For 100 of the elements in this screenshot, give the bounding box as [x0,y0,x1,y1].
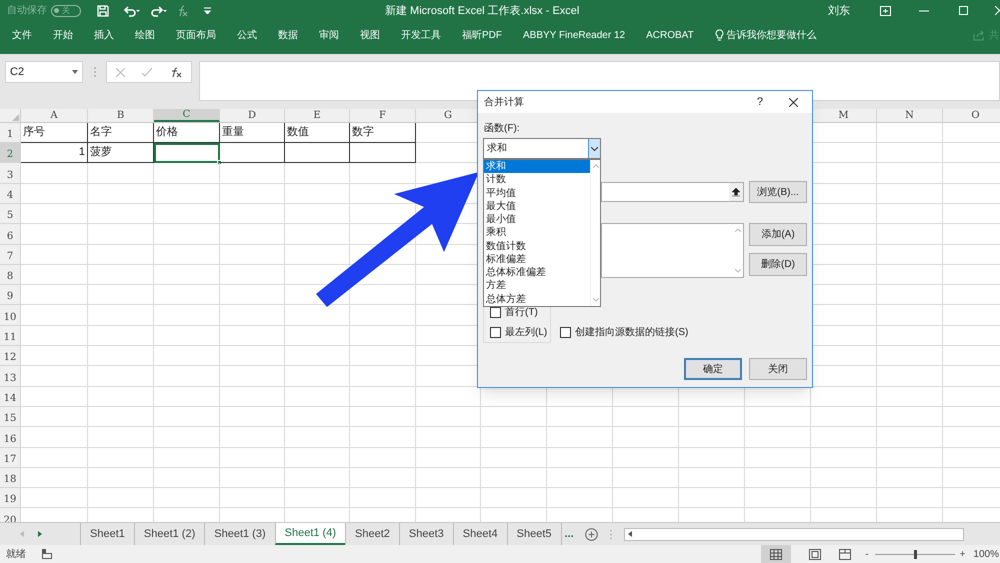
table-cell [285,427,350,448]
redo-icon[interactable] [150,4,168,17]
ok-button[interactable]: 确定 [684,358,742,380]
ribbon-tab[interactable]: 数据 [278,28,298,43]
table-cell [154,346,220,366]
dropdown-option[interactable]: 计数 [484,173,590,187]
zoom-level[interactable]: 100% [973,546,999,562]
ribbon-tab[interactable]: 绘图 [135,28,155,43]
row-header[interactable]: 18 [0,468,21,488]
delete-button[interactable]: 删除(D) [749,253,807,276]
row-header[interactable]: 4 [0,184,21,204]
maximize-icon[interactable] [959,6,968,16]
table-cell [21,224,88,245]
page-break-icon[interactable] [839,548,852,560]
browse-button[interactable]: 浏览(B)... [749,181,807,203]
ribbon-tab[interactable]: 文件 [12,28,32,43]
row-header[interactable]: 12 [0,346,21,366]
normal-view-icon[interactable] [770,548,782,560]
row-header[interactable]: 3 [0,163,21,184]
row-header[interactable]: 17 [0,448,21,468]
fill-handle[interactable] [217,160,222,166]
column-header[interactable]: D [220,108,285,122]
zoom-in[interactable]: + [960,546,966,562]
minimize-icon[interactable] [919,10,929,12]
row-header[interactable]: 10 [0,305,21,326]
row-header[interactable]: 19 [0,488,21,508]
table-cell [88,386,154,407]
column-header[interactable]: A [21,108,88,122]
column-header[interactable]: E [285,108,350,122]
table-cell [285,448,350,468]
customize-icon[interactable] [204,7,211,14]
ribbon-tab[interactable]: 页面布局 [176,28,216,43]
close-button[interactable]: 关闭 [749,358,807,380]
row-header[interactable]: 20 [0,508,21,522]
column-header[interactable]: F [350,108,416,122]
row-header[interactable]: 8 [0,264,21,286]
selected-cell[interactable] [154,143,220,164]
add-button[interactable]: 添加(A) [749,223,807,246]
ribbon-tab[interactable]: 公式 [237,28,257,43]
ribbon-tab[interactable]: 开发工具 [401,28,441,43]
ribbon-tab[interactable]: ABBYY FineReader 12 [523,28,626,43]
checkbox[interactable] [560,327,571,338]
close-icon[interactable] [789,98,798,106]
dropdown-option[interactable]: 标准偏差 [484,252,590,266]
save-icon[interactable] [97,4,109,17]
table-cell [679,448,745,468]
ribbon-tab[interactable]: 福昕PDF [462,28,502,43]
table-cell [21,184,88,204]
row-header[interactable]: 9 [0,285,21,306]
undo-icon[interactable] [123,4,141,17]
row-header[interactable]: 1 [0,122,21,144]
ribbon-tab[interactable]: 开始 [53,28,73,43]
scroll-left-icon[interactable] [628,531,632,538]
dropdown-option[interactable]: 方差 [484,279,590,293]
dropdown-option[interactable]: 平均值 [484,186,590,200]
ribbon-tab[interactable]: 审阅 [319,28,339,43]
checkbox[interactable] [490,307,501,318]
function-dropdown[interactable]: 求和 [483,138,601,159]
column-header[interactable]: O [943,108,1000,122]
insert-function-icon[interactable] [170,66,182,78]
row-header[interactable]: 5 [0,204,21,224]
name-box[interactable]: C2 [5,61,83,84]
table-cell [88,244,154,265]
row-header[interactable]: 13 [0,366,21,387]
row-header[interactable]: 16 [0,427,21,448]
dropdown-option[interactable]: 最小值 [484,213,590,226]
table-cell [21,204,88,224]
help-button[interactable]: ? [756,94,763,110]
reference-field[interactable] [601,182,744,202]
dropdown-option[interactable]: 乘积 [484,226,590,240]
ribbon-tab[interactable]: 视图 [360,28,380,43]
column-header[interactable]: N [877,108,943,122]
page-layout-icon[interactable] [809,548,822,560]
table-cell [88,163,154,184]
tell-me-search[interactable]: 告诉我你想要做什么 [726,28,817,43]
function-icon[interactable] [176,4,188,17]
add-sheet-icon[interactable] [584,528,598,541]
scroll-right-icon[interactable] [38,531,42,538]
row-header[interactable]: 15 [0,406,21,428]
row-header[interactable]: 7 [0,244,21,265]
dropdown-option[interactable]: 求和 [484,160,590,174]
zoom-out[interactable]: - [865,546,869,562]
row-header[interactable]: 6 [0,224,21,245]
dropdown-option[interactable]: 总体方差 [484,292,590,306]
row-header[interactable]: 2 [0,143,21,164]
column-header[interactable]: C [154,108,220,122]
slider-thumb[interactable] [914,550,917,559]
macro-record-icon[interactable] [42,549,52,560]
dropdown-option[interactable]: 最大值 [484,200,590,214]
horizontal-scrollbar[interactable] [624,528,964,541]
ribbon-tab[interactable]: ACROBAT [646,28,694,43]
checkbox[interactable] [490,327,501,338]
row-header[interactable]: 14 [0,386,21,407]
dropdown-option[interactable]: 总体标准偏差 [484,266,590,280]
sheet-tab[interactable]: Sheet1 (4) [274,523,345,546]
dropdown-option[interactable]: 数值计数 [484,240,590,253]
ribbon-display-icon[interactable] [880,6,891,16]
ribbon-tab[interactable]: 插入 [94,28,114,43]
row-header[interactable]: 11 [0,326,21,346]
collapse-icon[interactable] [732,188,740,196]
